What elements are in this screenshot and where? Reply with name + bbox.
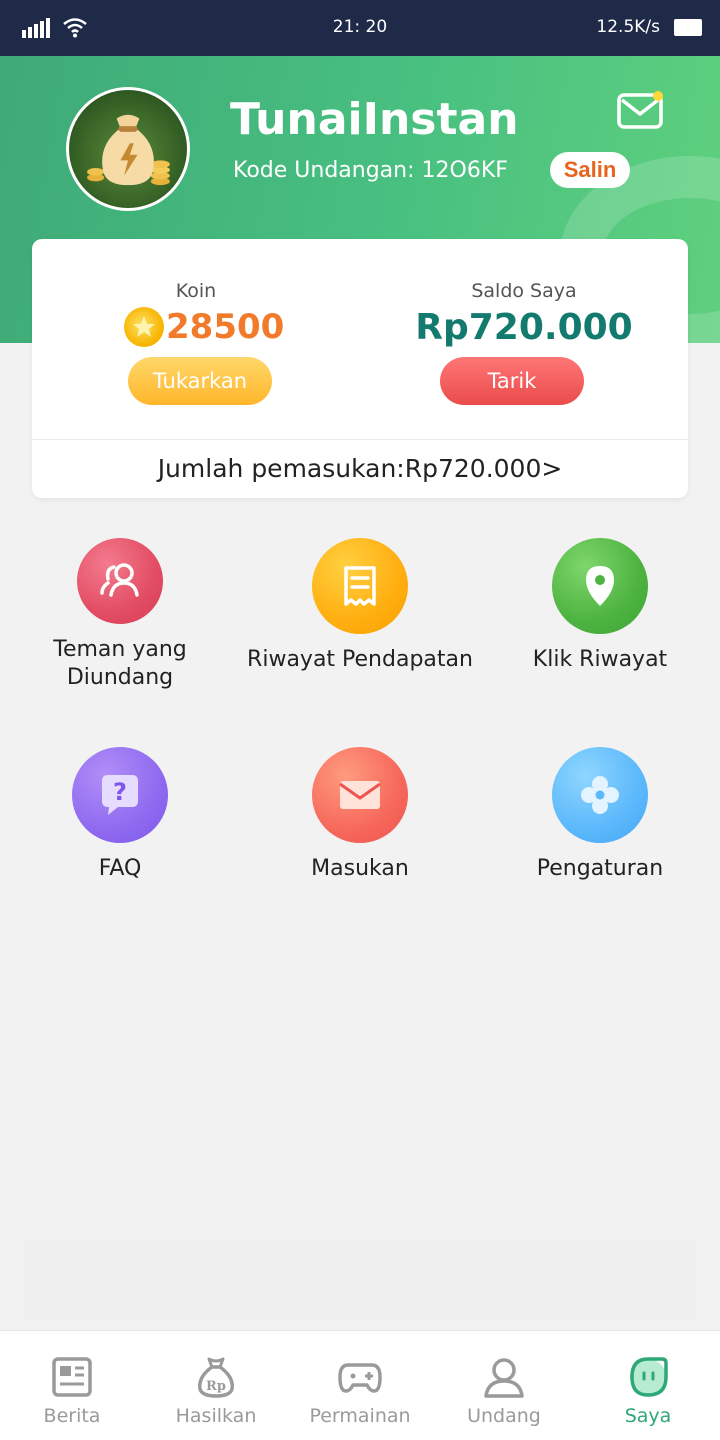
coin-value: 28500 bbox=[166, 307, 285, 347]
status-bar: 21: 20 12.5K/s bbox=[0, 0, 720, 56]
gamepad-icon bbox=[338, 1363, 382, 1393]
menu-label-faq: FAQ bbox=[98, 856, 142, 881]
nav-label-news: Berita bbox=[43, 1405, 101, 1427]
nav-news[interactable]: Berita bbox=[0, 1331, 144, 1440]
empty-banner-area bbox=[24, 1241, 696, 1321]
profile-face-icon bbox=[630, 1357, 668, 1397]
menu-feedback[interactable]: Masukan bbox=[240, 747, 480, 883]
menu-label-feedback: Masukan bbox=[311, 856, 409, 881]
svg-text:?: ? bbox=[113, 778, 127, 806]
balance-card: Koin 28500 Tukarkan Saldo Saya Rp720.000… bbox=[32, 239, 688, 498]
gear-icon bbox=[552, 747, 648, 843]
copy-button[interactable]: Salin bbox=[550, 152, 630, 188]
newspaper-icon bbox=[52, 1357, 92, 1397]
friends-icon bbox=[77, 538, 163, 624]
nav-earn[interactable]: Rp Hasilkan bbox=[144, 1331, 288, 1440]
coin-icon bbox=[124, 307, 164, 347]
balance-value: Rp720.000 bbox=[415, 307, 633, 348]
nav-label-games: Permainan bbox=[309, 1405, 411, 1427]
coin-label: Koin bbox=[175, 280, 217, 302]
bottom-navigation: Berita Rp Hasilkan Permainan Undang Saya bbox=[0, 1330, 720, 1440]
balance-label: Saldo Saya bbox=[471, 280, 577, 302]
money-bag-nav-icon: Rp bbox=[198, 1357, 234, 1398]
invite-code: Kode Undangan: 12O6KF bbox=[233, 158, 508, 183]
nav-label-me: Saya bbox=[624, 1405, 672, 1427]
menu-click-history[interactable]: Klik Riwayat bbox=[480, 538, 720, 674]
nav-invite[interactable]: Undang bbox=[432, 1331, 576, 1440]
nav-label-invite: Undang bbox=[467, 1405, 541, 1427]
receipt-icon bbox=[312, 538, 408, 634]
menu-faq[interactable]: ? FAQ bbox=[0, 747, 240, 883]
menu-label-friends: Teman yang Diundang bbox=[53, 637, 187, 690]
username: TunaiInstan bbox=[230, 94, 519, 145]
svg-text:Rp: Rp bbox=[206, 1379, 226, 1394]
menu-label-click-history: Klik Riwayat bbox=[532, 647, 668, 672]
battery-icon bbox=[674, 19, 702, 36]
mail-icon[interactable] bbox=[616, 90, 664, 130]
network-speed: 12.5K/s bbox=[596, 17, 660, 37]
balance-column: Saldo Saya Rp720.000 Tarik bbox=[360, 239, 688, 439]
nav-games[interactable]: Permainan bbox=[288, 1331, 432, 1440]
nav-label-earn: Hasilkan bbox=[175, 1405, 257, 1427]
redeem-button[interactable]: Tukarkan bbox=[128, 357, 272, 405]
total-income-link[interactable]: Jumlah pemasukan:Rp720.000> bbox=[32, 440, 688, 498]
menu-label-income-history: Riwayat Pendapatan bbox=[247, 647, 473, 672]
avatar[interactable] bbox=[66, 87, 190, 211]
withdraw-button[interactable]: Tarik bbox=[440, 357, 584, 405]
money-bag-icon bbox=[87, 114, 170, 186]
coin-column: Koin 28500 Tukarkan bbox=[32, 239, 360, 439]
question-bubble-icon: ? bbox=[72, 747, 168, 843]
menu-settings[interactable]: Pengaturan bbox=[480, 747, 720, 883]
menu-invited-friends[interactable]: Teman yang Diundang bbox=[0, 538, 240, 692]
location-pin-icon bbox=[552, 538, 648, 634]
menu-label-settings: Pengaturan bbox=[536, 856, 664, 881]
envelope-icon bbox=[312, 747, 408, 843]
menu-income-history[interactable]: Riwayat Pendapatan bbox=[240, 538, 480, 674]
person-icon bbox=[484, 1358, 524, 1398]
nav-me[interactable]: Saya bbox=[576, 1331, 720, 1440]
